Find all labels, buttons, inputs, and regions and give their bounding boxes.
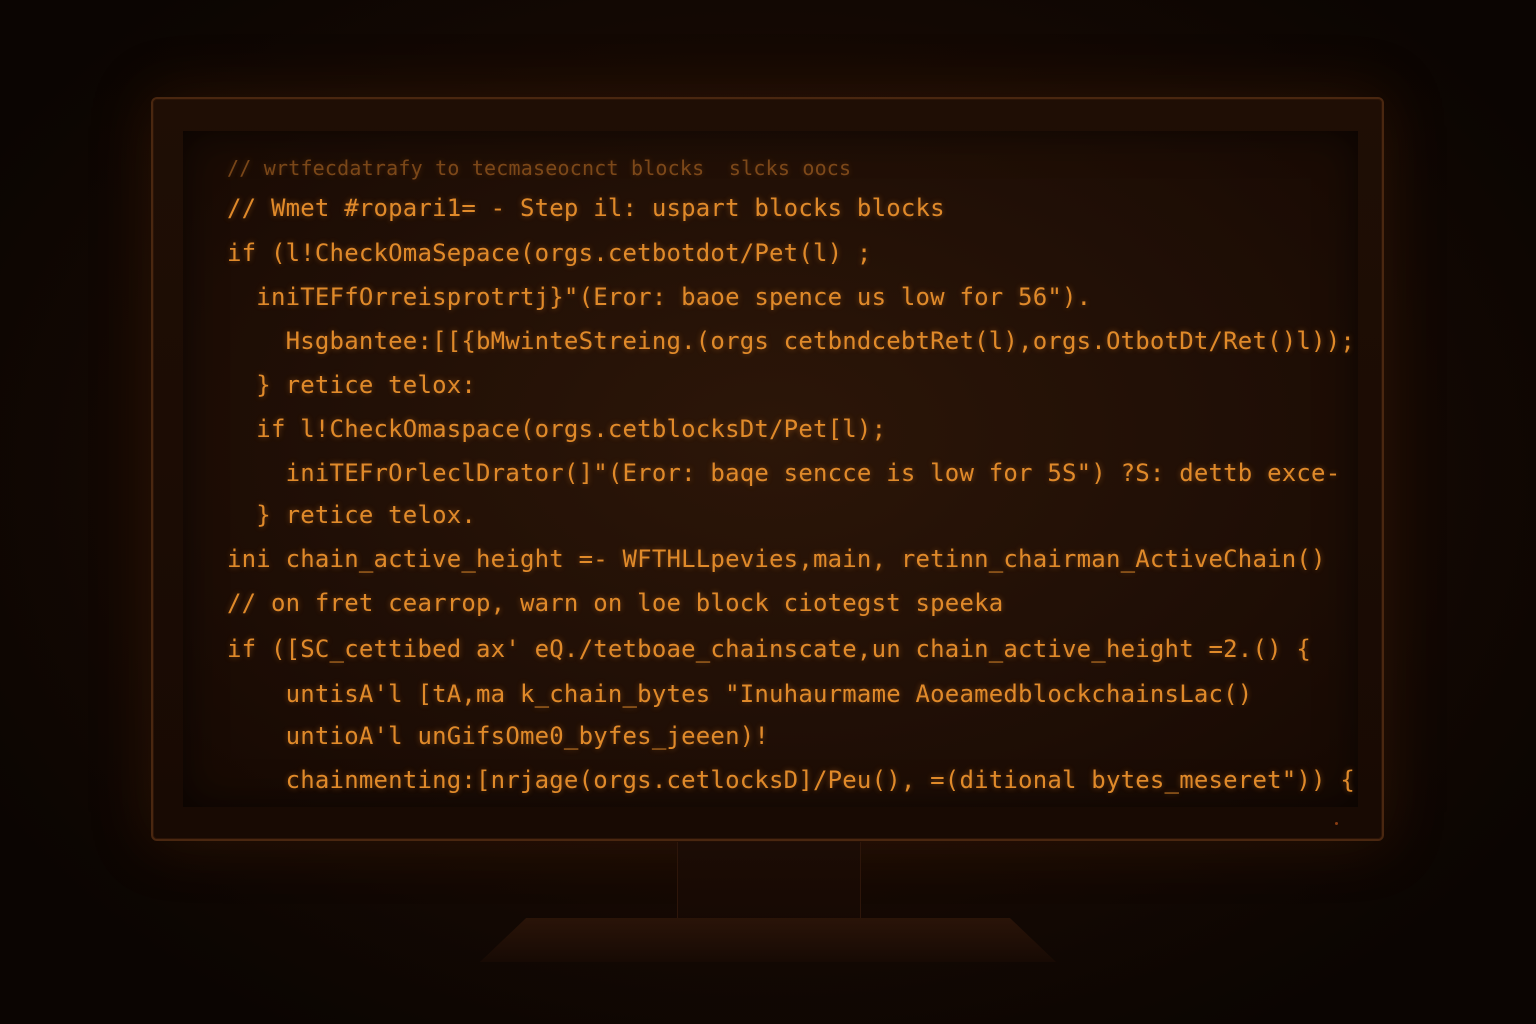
- code-line-9: } retice telox.: [227, 501, 477, 529]
- code-line-3: if (l!CheckOmaSepace(orgs.cetbotdot/Pet(…: [227, 239, 872, 267]
- code-line-2: // Wmet #ropari1= - Step il: uspart bloc…: [227, 194, 945, 222]
- code-line-1: // wrtfecdatrafy to tecmaseocnct blocks …: [227, 156, 852, 180]
- code-line-14: untioA'l unGifsOme0_byfes_jeeen)!: [227, 722, 770, 750]
- code-line-12: if ([SC_cettibed ax' eQ./tetboae_chainsc…: [227, 635, 1312, 663]
- power-led: [1335, 822, 1338, 825]
- monitor: // wrtfecdatrafy to tecmaseocnct blocks …: [151, 97, 1384, 841]
- code-line-10: ini chain_active_height =- WFTHLLpevies,…: [227, 545, 1326, 573]
- code-line-4: iniTEFfOrreisprotrtj}"(Eror: baoe spence…: [227, 283, 1092, 311]
- code-screen: // wrtfecdatrafy to tecmaseocnct blocks …: [183, 131, 1358, 807]
- code-line-15: chainmenting:[nrjage(orgs.cetlocksD]/Peu…: [227, 766, 1355, 794]
- monitor-stand-base: [480, 918, 1056, 962]
- code-line-13: untisA'l [tA,ma k_chain_bytes "Inuhaurma…: [227, 680, 1253, 708]
- code-line-11: // on fret cearrop, warn on loe block ci…: [227, 589, 1004, 617]
- code-line-7: if l!CheckOmaspace(orgs.cetblocksDt/Pet[…: [227, 415, 887, 443]
- code-line-8: iniTEFrOrleclDrator(]"(Eror: baqe sencce…: [227, 459, 1341, 487]
- code-line-6: } retice telox:: [227, 371, 477, 399]
- code-line-5: Hsgbantee:[[{bMwinteStreing.(orgs cetbnd…: [227, 327, 1355, 355]
